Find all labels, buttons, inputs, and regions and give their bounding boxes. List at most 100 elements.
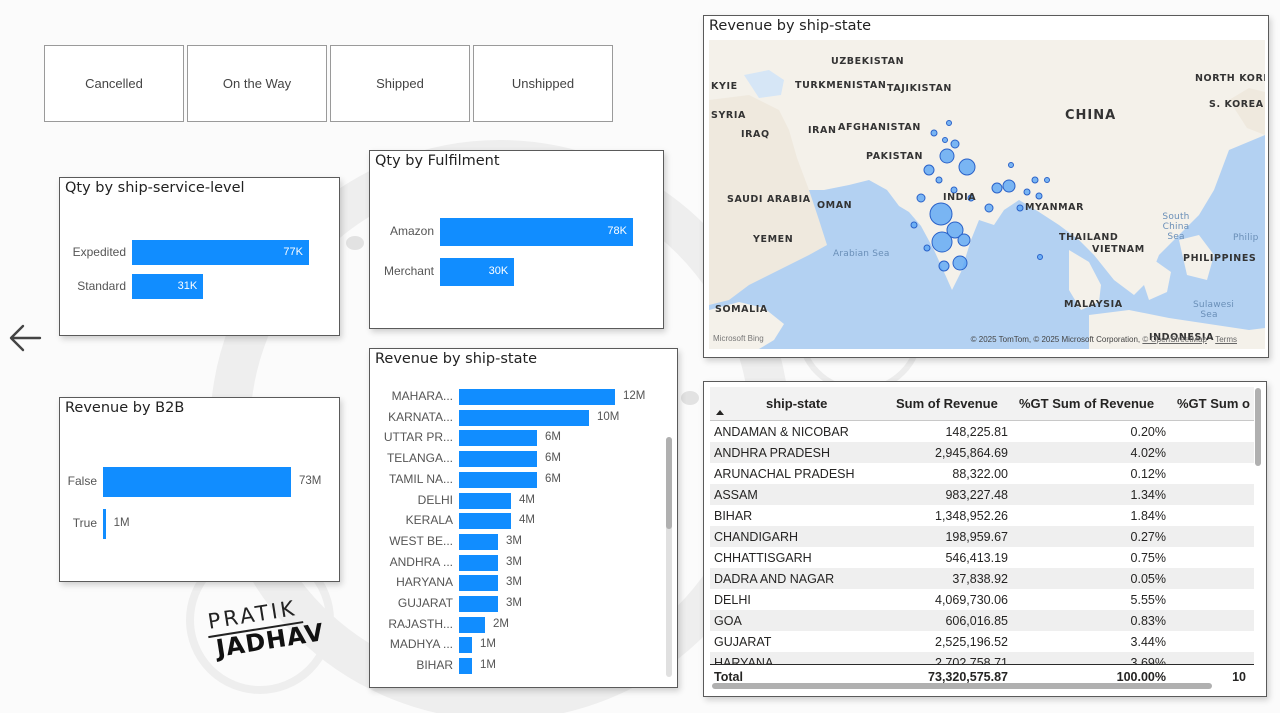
revenue-by-ship-state-map[interactable]: Revenue by ship-state UZBEKISTAN KYIE TU… [703,15,1269,358]
table-row[interactable]: ANDAMAN & NICOBAR 148,225.81 0.20% [710,421,1254,442]
revenue-by-b2b-chart[interactable]: Revenue by B2B False 73M True 1M [59,397,340,582]
map-label: Philip [1233,233,1259,243]
bar[interactable] [459,533,498,550]
map-credits: © 2025 TomTom, © 2025 Microsoft Corporat… [971,335,1237,344]
cell-ship-state: ANDAMAN & NICOBAR [714,425,849,439]
data-label: 4M [519,493,535,506]
bar[interactable] [459,575,498,592]
cell-sum-of-revenue: 4,069,730.06 [935,593,1008,607]
bar[interactable] [459,637,472,654]
table-row[interactable]: ASSAM 983,227.48 1.34% [710,484,1254,505]
cell-gt-sum-revenue: 1.34% [1130,488,1166,502]
category-label: KERALA [405,513,453,528]
bar[interactable] [459,616,485,633]
total-sum: 73,320,575.87 [928,670,1008,684]
bar[interactable] [459,596,498,612]
cell-sum-of-revenue: 198,959.67 [945,530,1008,544]
horizontal-scrollbar[interactable] [712,683,1212,689]
data-label: 6M [545,472,561,485]
sort-ascending-icon[interactable] [715,409,725,416]
bar[interactable] [459,492,511,509]
bar[interactable] [459,451,537,468]
column-header-sum-of-revenue[interactable]: Sum of Revenue [896,396,998,411]
vertical-scrollbar[interactable] [1255,388,1261,466]
map-canvas[interactable]: UZBEKISTAN KYIE TURKMENISTAN TAJIKISTAN … [709,40,1265,349]
cell-ship-state: GUJARAT [714,635,772,649]
cell-ship-state: CHHATTISGARH [714,551,812,565]
table-row[interactable]: GOA 606,016.85 0.83% [710,610,1254,631]
bar[interactable] [459,554,498,571]
cell-gt-sum-revenue: 0.83% [1130,614,1166,628]
table-row[interactable]: HARYANA 2,702,758.71 3.69% [710,652,1254,664]
bar[interactable] [459,389,615,405]
table-row[interactable]: BIHAR 1,348,952.26 1.84% [710,505,1254,526]
map-label: KYIE [711,81,738,92]
map-credit-text: © 2025 TomTom, © 2025 Microsoft Corporat… [970,335,1141,344]
slicer-unshipped[interactable]: Unshipped [473,45,613,122]
category-label: Standard [77,278,126,293]
slicer-cancelled[interactable]: Cancelled [44,45,184,122]
chart-title: Qty by Fulfilment [375,153,500,169]
map-label: SYRIA [711,110,746,121]
qty-by-fulfilment-chart[interactable]: Qty by Fulfilment Amazon 78K Merchant 30K [369,150,664,329]
bar[interactable] [459,430,537,447]
cell-ship-state: BIHAR [714,509,753,523]
scrollbar-thumb[interactable] [666,437,672,529]
cell-sum-of-revenue: 983,227.48 [945,488,1008,502]
terms-link[interactable]: Terms [1215,335,1237,344]
category-label: Expedited [72,244,126,259]
category-label: WEST BE... [389,533,453,548]
table-row[interactable]: DELHI 4,069,730.06 5.55% [710,589,1254,610]
category-label: MADHYA ... [389,637,453,652]
data-label: 1M [480,659,496,672]
category-label: TELANGA... [386,451,453,466]
cell-sum-of-revenue: 148,225.81 [945,425,1008,439]
map-label: IRAQ [741,129,770,140]
slicer-on-the-way[interactable]: On the Way [187,45,327,122]
table-row[interactable]: CHANDIGARH 198,959.67 0.27% [710,526,1254,547]
qty-by-service-level-chart[interactable]: Qty by ship-service-level Expedited 77K St… [59,177,340,336]
map-label: MYANMAR [1025,202,1085,213]
osm-link[interactable]: © OpenStreetMap [1142,335,1207,344]
bar[interactable] [103,509,106,539]
cell-gt-sum-revenue: 0.27% [1130,530,1166,544]
cell-gt-sum-revenue: 0.20% [1130,425,1166,439]
cell-sum-of-revenue: 1,348,952.26 [935,509,1008,523]
map-label: THAILAND [1059,232,1119,243]
revenue-by-state-table[interactable]: ship-state Sum of Revenue %GT Sum of Rev… [703,381,1267,697]
back-arrow-icon[interactable] [8,322,42,354]
bar[interactable] [459,513,511,530]
category-label: ANDHRA ... [389,554,453,569]
table-row[interactable]: GUJARAT 2,525,196.52 3.44% [710,631,1254,652]
cell-sum-of-revenue: 606,016.85 [945,614,1008,628]
slicer-shipped[interactable]: Shipped [330,45,470,122]
data-label: 77K [283,245,303,258]
cell-gt-sum-revenue: 3.44% [1130,635,1166,649]
cell-gt-sum-revenue: 0.05% [1130,572,1166,586]
table-body: ANDAMAN & NICOBAR 148,225.81 0.20% ANDHRA P… [710,421,1254,664]
bar[interactable] [459,409,589,426]
bar[interactable] [103,467,291,497]
cell-ship-state: ASSAM [714,488,758,502]
chart-title: Qty by ship-service-level [65,180,245,196]
category-label: KARNATA... [388,409,453,424]
bar[interactable] [459,658,472,675]
table-row[interactable]: ANDHRA PRADESH 2,945,864.69 4.02% [710,442,1254,463]
map-label: SOMALIA [715,304,768,315]
column-header-gt-sum-revenue[interactable]: %GT Sum of Revenue [1019,396,1154,411]
data-label: 30K [488,265,509,277]
category-label: Amazon [389,224,434,238]
cell-gt-sum-revenue: 5.55% [1130,593,1166,607]
map-label: VIETNAM [1092,244,1145,255]
column-header-gt-sum-other[interactable]: %GT Sum o [1177,396,1250,411]
bar[interactable] [459,471,537,488]
revenue-by-ship-state-bar-chart[interactable]: Revenue by ship-state MAHARA... 12M KARNAT… [369,348,678,688]
map-label: PHILIPPINES [1183,253,1257,264]
table-row[interactable]: ARUNACHAL PRADESH 88,322.00 0.12% [710,463,1254,484]
map-label: Arabian Sea [833,249,890,259]
map-label: INDIA [943,192,977,203]
table-row[interactable]: CHHATTISGARH 546,413.19 0.75% [710,547,1254,568]
cell-sum-of-revenue: 88,322.00 [952,467,1008,481]
table-row[interactable]: DADRA AND NAGAR 37,838.92 0.05% [710,568,1254,589]
column-header-ship-state[interactable]: ship-state [766,396,827,411]
